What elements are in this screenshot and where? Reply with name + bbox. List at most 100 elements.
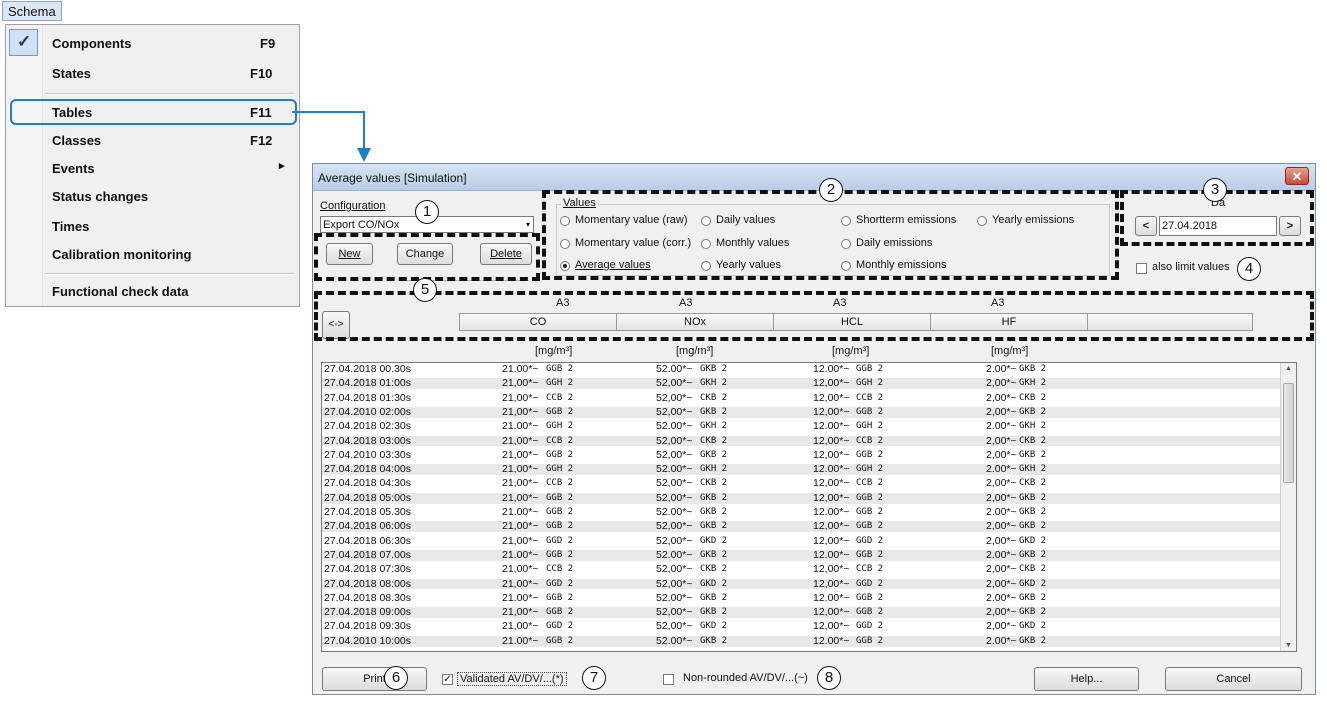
table-cell-hcl: 12,00*~ [813, 534, 850, 547]
table-cell-hcl-status: GGB 2 [856, 549, 884, 560]
vertical-scrollbar[interactable]: ▲ ▼ [1280, 363, 1296, 651]
table-cell-nox: 52,00*~ [656, 577, 693, 590]
table-row[interactable]: 27.04.2010 10:00s 21.00*~ GGB 2 52.00*~ GKB … [322, 634, 1282, 647]
table-cell-hcl-status: GGB 2 [856, 406, 884, 417]
table-cell-hf-status: GKB 2 [1019, 549, 1047, 560]
table-cell-hcl-status: GGB 2 [856, 592, 884, 603]
table-cell-nox-status: GKD 2 [700, 535, 728, 546]
print-button[interactable]: Print [322, 667, 427, 691]
table-row[interactable]: 27.04.2018 08:00s 21,00*~ GGD 2 52,00*~ GKD … [322, 577, 1282, 590]
table-cell-hf-status: GKB 2 [1019, 521, 1047, 532]
table-row[interactable]: 27.04.2018 00.30s 21.00*~ GGB 2 52.00*~ GKB … [322, 364, 1282, 375]
menu-item-calibration-monitoring[interactable]: Calibration monitoring [52, 247, 191, 262]
configuration-value: Export CO/NOx [323, 219, 400, 231]
schema-menu-title[interactable]: Schema [2, 1, 62, 21]
menu-separator [46, 93, 295, 95]
table-row[interactable]: 27.04.2018 08.30s 21.00*~ GGB 2 52.00*~ GKB … [322, 591, 1282, 604]
table-cell-hf-status: GKB 2 [1019, 449, 1047, 460]
table-cell-co-status: CCB 2 [546, 392, 574, 403]
table-cell-hcl-status: GGD 2 [856, 535, 884, 546]
table-cell-hcl-status: CCB 2 [856, 435, 884, 446]
table-row[interactable]: 27.04.2018 06:30s 21,00*~ GGD 2 52,00*~ GKD … [322, 534, 1282, 547]
table-row[interactable]: 27.04.2018 01:00s 21,00*~ GGH 2 52,00*~ GKH … [322, 378, 1282, 390]
table-cell-hcl-status: GGD 2 [856, 621, 884, 632]
table-cell-nox-status: GKB 2 [700, 592, 728, 603]
values-annotation-box [542, 190, 1119, 280]
table-row[interactable]: 27.04.2018 07:30s 21,00*~ CCB 2 52,00*~ CKB … [322, 564, 1282, 575]
table-cell-co: 21,00*~ [502, 606, 539, 619]
table-cell-hcl: 12.00*~ [813, 420, 850, 433]
table-row[interactable]: 27.04.2018 09:00s 21,00*~ GGB 2 52,00*~ GKB … [322, 607, 1282, 618]
callout-4: 4 [1237, 257, 1261, 281]
table-cell-hf: 2,00*~ [986, 577, 1017, 590]
menu-item-states[interactable]: States [52, 66, 91, 81]
table-row[interactable]: 27.04.2018 02:30s 21.00*~ GGH 2 52.00*~ GKH … [322, 421, 1282, 432]
table-cell-co-status: GGB 2 [546, 607, 574, 618]
table-cell-nox-status: GKB 2 [700, 492, 728, 503]
table-row[interactable]: 27.04.2018 07.00s 21.00*~ GGB 2 52.00*~ GKB … [322, 548, 1282, 561]
table-cell-hcl-status: GGB 2 [856, 635, 884, 646]
table-row[interactable]: 27.04.2018 01:30s 21,00*~ CCB 2 52,00*~ CKB … [322, 391, 1282, 404]
table-cell-co-status: GGH 2 [546, 421, 574, 432]
menu-item-components[interactable]: Components [52, 36, 131, 51]
table-cell-hf-status: GKD 2 [1019, 578, 1047, 589]
table-cell-hf: 2,00*~ [986, 620, 1017, 633]
table-cell-hf: 2,00*~ [986, 391, 1017, 404]
callout-7: 7 [582, 666, 606, 690]
table-cell-time: 27.04.2018 05:00s [324, 491, 411, 504]
table-cell-co-status: GGB 2 [546, 592, 574, 603]
table-cell-nox: 52.00*~ [656, 591, 693, 604]
menu-item-functional-check-data[interactable]: Functional check data [52, 284, 189, 299]
table-cell-co: 21.00*~ [502, 548, 539, 561]
table-cell-time: 27.04.2018 03:00s [324, 434, 411, 447]
table-cell-time: 27.04.2018 06:30s [324, 534, 411, 547]
table-cell-time: 27.04.2018 07:30s [324, 563, 411, 576]
table-row[interactable]: 27.04.2018 04:00s 21,00*~ GGH 2 52.00*~ GKH … [322, 464, 1282, 475]
callout-8: 8 [817, 666, 841, 690]
table-row[interactable]: 27.04.2018 06:00s 21,00*~ GGB 2 52,00*~ GKB … [322, 521, 1282, 533]
table-cell-hf-status: GKB 2 [1019, 592, 1047, 603]
table-cell-nox: 52.00*~ [656, 363, 693, 375]
table-cell-nox-status: GKH 2 [700, 421, 728, 432]
table-cell-time: 27.04.2018 07.00s [324, 548, 411, 561]
table-cell-co: 21.00*~ [502, 420, 539, 433]
table-cell-nox: 52,00*~ [656, 620, 693, 633]
table-cell-hcl-status: GGB 2 [856, 521, 884, 532]
table-cell-hf-status: GKB 2 [1019, 406, 1047, 417]
table-cell-nox: 52,00*~ [656, 491, 693, 504]
cancel-button[interactable]: Cancel [1165, 667, 1302, 691]
close-button[interactable]: ✕ [1285, 167, 1309, 185]
table-cell-co-status: GGD 2 [546, 578, 574, 589]
menu-gutter [6, 25, 43, 306]
table-cell-co: 21.00*~ [502, 634, 539, 647]
table-row[interactable]: 27.04.2010 03:30s 21,00*~ GGB 2 52,00*~ GKB … [322, 449, 1282, 461]
menu-item-events[interactable]: Events [52, 161, 95, 176]
table-cell-hf-status: GKH 2 [1019, 378, 1047, 389]
table-row[interactable]: 27.04.2018 04:30s 21,00*~ CCB 2 52,00*~ CKB … [322, 478, 1282, 489]
table-row[interactable]: 27.04.2018 09:30s 21,00*~ GGD 2 52,00*~ GKD … [322, 621, 1282, 632]
table-cell-co-status: GGB 2 [546, 521, 574, 532]
table-cell-nox-status: GKB 2 [700, 449, 728, 460]
table-row[interactable]: 27.04.2010 02:00s 21,00*~ GGB 2 52,00*~ GKB … [322, 406, 1282, 418]
validated-checkbox[interactable]: ✓ [442, 674, 453, 685]
help-button[interactable]: Help... [1034, 667, 1139, 691]
table-cell-hf-status: GKH 2 [1019, 421, 1047, 432]
scroll-down-icon[interactable]: ▼ [1285, 642, 1292, 649]
table-row[interactable]: 27.04.2018 05:00s 21,00*~ GGB 2 52,00*~ GKB … [322, 491, 1282, 504]
scrollbar-thumb[interactable] [1283, 383, 1294, 483]
menu-item-times[interactable]: Times [52, 219, 89, 234]
table-row[interactable]: 27.04.2018 05.30s 21.00*~ GGB 2 52.00*~ GKB … [322, 507, 1282, 518]
table-cell-hf-status: CKB 2 [1019, 478, 1047, 489]
non-rounded-checkbox[interactable] [663, 674, 674, 685]
menu-item-classes[interactable]: Classes [52, 133, 101, 148]
table-cell-hf: 2,00*~ [986, 563, 1017, 576]
also-limit-values-checkbox[interactable] [1136, 263, 1147, 274]
dialog-title: Average values [Simulation] [318, 171, 467, 185]
values-table[interactable]: 27.04.2018 00.30s 21.00*~ GGB 2 52.00*~ GKB … [321, 362, 1297, 652]
table-row[interactable]: 27.04.2018 03:00s 21,00*~ CCB 2 52,00*~ CKB … [322, 434, 1282, 447]
menu-item-status-changes[interactable]: Status changes [52, 189, 148, 204]
table-cell-hcl: 12,00*~ [813, 606, 850, 619]
table-cell-hcl-status: GGH 2 [856, 464, 884, 475]
scroll-up-icon[interactable]: ▲ [1285, 365, 1292, 372]
table-cell-hf: 2.00*~ [986, 420, 1017, 433]
